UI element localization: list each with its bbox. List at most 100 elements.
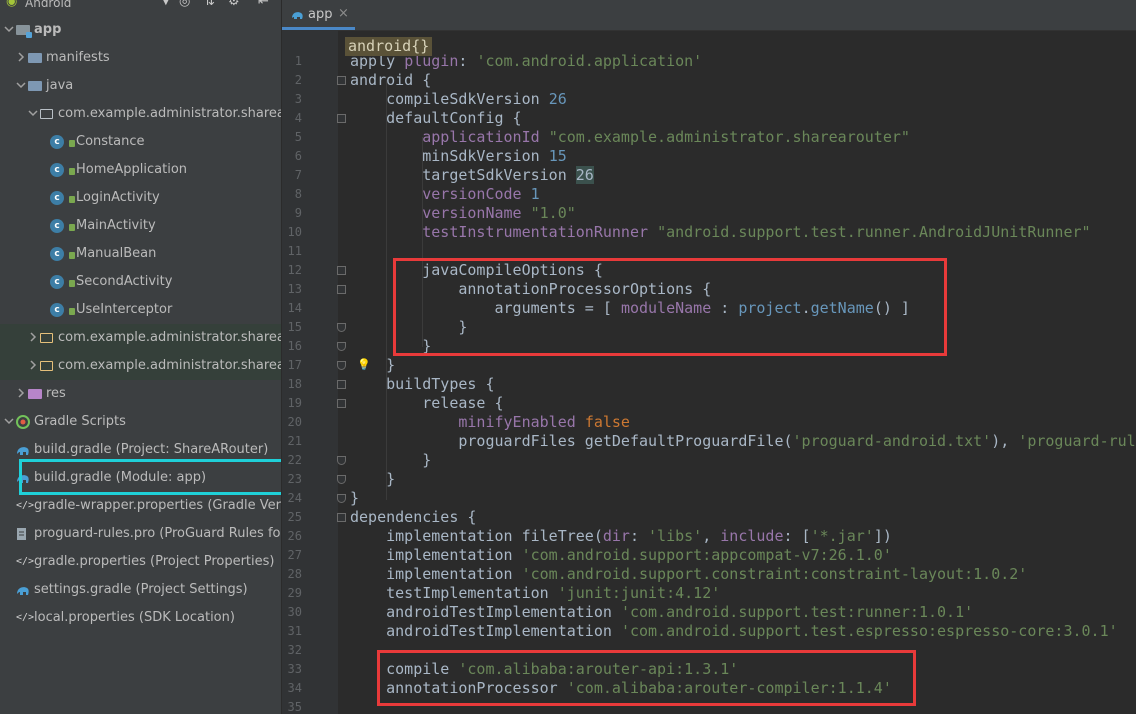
code-line[interactable]: targetSdkVersion 26 <box>350 166 594 185</box>
lock-icon <box>69 280 75 287</box>
code-token: : <box>629 527 649 545</box>
target-icon[interactable]: ◎ <box>179 0 190 10</box>
tree-item[interactable]: com.example.administrator.sharearouter <box>0 324 281 352</box>
tree-item[interactable]: com.example.administrator.sharearouter <box>0 100 281 128</box>
code-line[interactable]: } <box>350 489 359 508</box>
view-selector[interactable]: Android <box>25 0 71 10</box>
line-number: 17 <box>287 358 302 372</box>
code-line[interactable]: versionCode 1 <box>350 185 539 204</box>
properties-icon: </> <box>16 612 35 623</box>
lock-icon <box>69 308 75 315</box>
code-line[interactable]: buildTypes { <box>350 375 494 394</box>
tree-item[interactable]: c UseInterceptor <box>0 296 281 324</box>
tree-item[interactable]: com.example.administrator.sharearouter <box>0 352 281 380</box>
fold-marker-icon[interactable] <box>337 76 346 85</box>
breadcrumb[interactable]: android{} <box>345 37 433 56</box>
code-line[interactable]: } <box>350 470 395 489</box>
code-line[interactable]: defaultConfig { <box>350 109 521 128</box>
settings-icon[interactable]: ⚙ <box>228 0 240 10</box>
android-icon: ◉ <box>6 0 18 9</box>
tree-item[interactable]: c LoginActivity <box>0 184 281 212</box>
code-line[interactable]: dependencies { <box>350 508 476 527</box>
fold-marker-icon[interactable] <box>337 380 346 389</box>
chevron-down-icon[interactable]: ▼ <box>162 0 170 10</box>
code-line[interactable]: applicationId "com.example.administrator… <box>350 128 910 147</box>
tree-item-label: manifests <box>46 50 110 65</box>
code-line[interactable]: implementation 'com.android.support:appc… <box>350 546 892 565</box>
tree-item[interactable]: </> gradle.properties (Project Properties… <box>0 548 281 576</box>
highlight-box-arouter-deps <box>377 650 916 706</box>
code-line[interactable]: minifyEnabled false <box>350 413 630 432</box>
fold-marker-icon[interactable] <box>337 513 346 522</box>
tree-item[interactable]: c MainActivity <box>0 212 281 240</box>
code-line[interactable]: android { <box>350 71 431 90</box>
code-token: 26 <box>575 166 594 184</box>
tree-item[interactable]: res <box>0 380 281 408</box>
folder-icon <box>28 79 42 93</box>
fold-marker-icon[interactable] <box>337 323 346 332</box>
line-number: 16 <box>287 339 302 353</box>
tree-item-label: local.properties (SDK Location) <box>34 610 235 625</box>
tree-item[interactable]: </> gradle-wrapper.properties (Gradle Ver… <box>0 492 281 520</box>
chevron-right-icon[interactable] <box>16 386 26 400</box>
fold-marker-icon[interactable] <box>337 475 346 484</box>
code-line[interactable]: androidTestImplementation 'com.android.s… <box>350 622 1118 641</box>
collapse-icon[interactable]: ⇅ <box>204 0 215 10</box>
tree-item[interactable]: Gradle Scripts <box>0 408 281 436</box>
chevron-right-icon[interactable] <box>16 50 26 64</box>
close-icon[interactable]: × <box>338 6 349 21</box>
fold-marker-icon[interactable] <box>337 494 346 503</box>
code-line[interactable]: implementation fileTree(dir: 'libs', inc… <box>350 527 892 546</box>
chevron-down-icon[interactable] <box>16 78 26 92</box>
code-token: "android.support.test.runner.AndroidJUni… <box>657 223 1091 241</box>
tree-item[interactable]: app <box>0 16 281 44</box>
fold-marker-icon[interactable] <box>337 114 346 123</box>
code-line[interactable]: release { <box>350 394 503 413</box>
res-folder-icon <box>28 387 42 401</box>
code-line[interactable]: } <box>350 451 431 470</box>
code-line[interactable]: testInstrumentationRunner "android.suppo… <box>350 223 1091 242</box>
fold-marker-icon[interactable] <box>337 361 346 370</box>
folder-icon <box>28 51 42 65</box>
code-line[interactable]: minSdkVersion 15 <box>350 147 567 166</box>
chevron-right-icon[interactable] <box>28 330 38 344</box>
code-line[interactable]: } <box>350 356 395 375</box>
tree-item[interactable]: java <box>0 72 281 100</box>
gradle-elephant-icon <box>16 443 30 457</box>
chevron-down-icon[interactable] <box>28 106 38 120</box>
fold-marker-icon[interactable] <box>337 285 346 294</box>
line-number: 10 <box>287 225 302 239</box>
tree-item[interactable]: proguard-rules.pro (ProGuard Rules for a… <box>0 520 281 548</box>
code-line[interactable]: implementation 'com.android.support.cons… <box>350 565 1027 584</box>
tree-item[interactable]: c ManualBean <box>0 240 281 268</box>
code-line[interactable]: versionName "1.0" <box>350 204 576 223</box>
tree-item[interactable]: c HomeApplication <box>0 156 281 184</box>
tree-item[interactable]: c Constance <box>0 128 281 156</box>
line-number: 7 <box>294 168 302 182</box>
tree-item[interactable]: c SecondActivity <box>0 268 281 296</box>
code-line[interactable]: proguardFiles getDefaultProguardFile('pr… <box>350 432 1136 451</box>
tree-item[interactable]: </> local.properties (SDK Location) <box>0 604 281 632</box>
fold-marker-icon[interactable] <box>337 456 346 465</box>
code-line[interactable]: compileSdkVersion 26 <box>350 90 567 109</box>
fold-marker-icon[interactable] <box>337 266 346 275</box>
tree-item-label: proguard-rules.pro (ProGuard Rules for a… <box>34 526 281 541</box>
code-editor: app × 1 2 3 4 5 6 7 8 9 10 11 12 13 14 15 16 17 💡 18 19 20 21… <box>282 0 1136 714</box>
highlight-box-javacompileoptions <box>393 258 947 356</box>
tab-app[interactable]: app × <box>282 0 355 30</box>
code-token: proguardFiles getDefaultProguardFile( <box>350 432 793 450</box>
tree-item[interactable]: manifests <box>0 44 281 72</box>
code-line[interactable]: androidTestImplementation 'com.android.s… <box>350 603 973 622</box>
line-number: 4 <box>294 111 302 125</box>
code-token: "com.example.administrator.sharearouter" <box>548 128 910 146</box>
fold-marker-icon[interactable] <box>337 342 346 351</box>
code-line[interactable]: testImplementation 'junit:junit:4.12' <box>350 584 720 603</box>
tree-item[interactable]: settings.gradle (Project Settings) <box>0 576 281 604</box>
class-icon: c <box>50 247 64 261</box>
chevron-down-icon[interactable] <box>4 414 14 428</box>
fold-marker-icon[interactable] <box>337 399 346 408</box>
hide-panel-icon[interactable]: ⇤ <box>258 0 269 10</box>
chevron-down-icon[interactable] <box>4 22 14 36</box>
code-token: 'com.android.support.test:runner:1.0.1' <box>620 603 974 621</box>
chevron-right-icon[interactable] <box>28 358 38 372</box>
